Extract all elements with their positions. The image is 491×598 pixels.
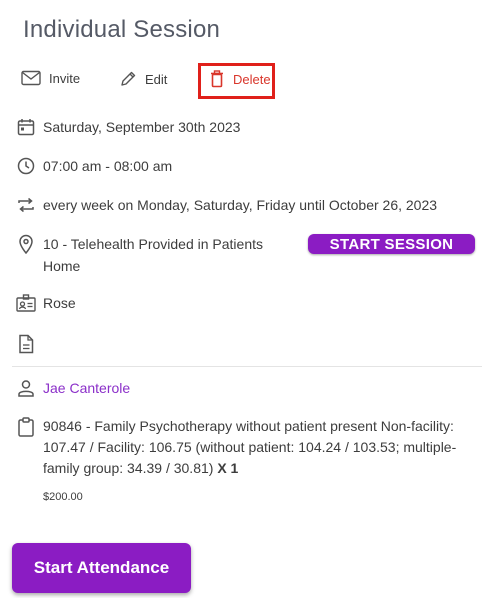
- clock-icon: [16, 155, 36, 177]
- start-attendance-button[interactable]: Start Attendance: [12, 543, 191, 593]
- client-row: Rose: [16, 292, 76, 314]
- mail-icon: [21, 70, 41, 86]
- patient-name-link[interactable]: Jae Canterole: [43, 377, 130, 399]
- session-recurrence: every week on Monday, Saturday, Friday u…: [43, 197, 438, 213]
- session-time: 07:00 am - 08:00 am: [43, 158, 173, 174]
- invite-button[interactable]: Invite: [21, 70, 80, 86]
- note-row: [16, 333, 43, 355]
- session-date: Saturday, September 30th 2023: [43, 119, 241, 135]
- location-row: 10 - Telehealth Provided in Patients Hom…: [16, 233, 283, 277]
- edit-label: Edit: [145, 71, 168, 87]
- client-name: Rose: [43, 295, 76, 311]
- session-location: 10 - Telehealth Provided in Patients Hom…: [43, 236, 263, 274]
- delete-highlight-box: [198, 63, 275, 99]
- person-icon: [16, 377, 36, 399]
- procedure-text: 90846 - Family Psychotherapy without pat…: [43, 416, 483, 479]
- start-session-button[interactable]: START SESSION: [308, 234, 475, 254]
- patient-row: Jae Canterole: [16, 377, 130, 399]
- id-badge-icon: [16, 292, 36, 314]
- edit-button[interactable]: Edit: [119, 70, 167, 88]
- section-divider: [12, 366, 482, 367]
- page-title: Individual Session: [23, 16, 221, 43]
- calendar-icon: [16, 116, 36, 138]
- clipboard-icon: [16, 416, 36, 438]
- recurrence-row: every week on Monday, Saturday, Friday u…: [16, 194, 437, 216]
- procedure-row: 90846 - Family Psychotherapy without pat…: [16, 416, 483, 479]
- procedure-quantity: X 1: [217, 460, 239, 476]
- repeat-icon: [16, 194, 36, 216]
- time-row: 07:00 am - 08:00 am: [16, 155, 172, 177]
- invite-label: Invite: [49, 70, 81, 86]
- document-icon: [16, 333, 36, 355]
- procedure-price: $200.00: [43, 491, 83, 503]
- pencil-icon: [121, 71, 136, 86]
- location-pin-icon: [16, 233, 36, 255]
- date-row: Saturday, September 30th 2023: [16, 116, 240, 138]
- procedure-description: 90846 - Family Psychotherapy without pat…: [43, 418, 457, 476]
